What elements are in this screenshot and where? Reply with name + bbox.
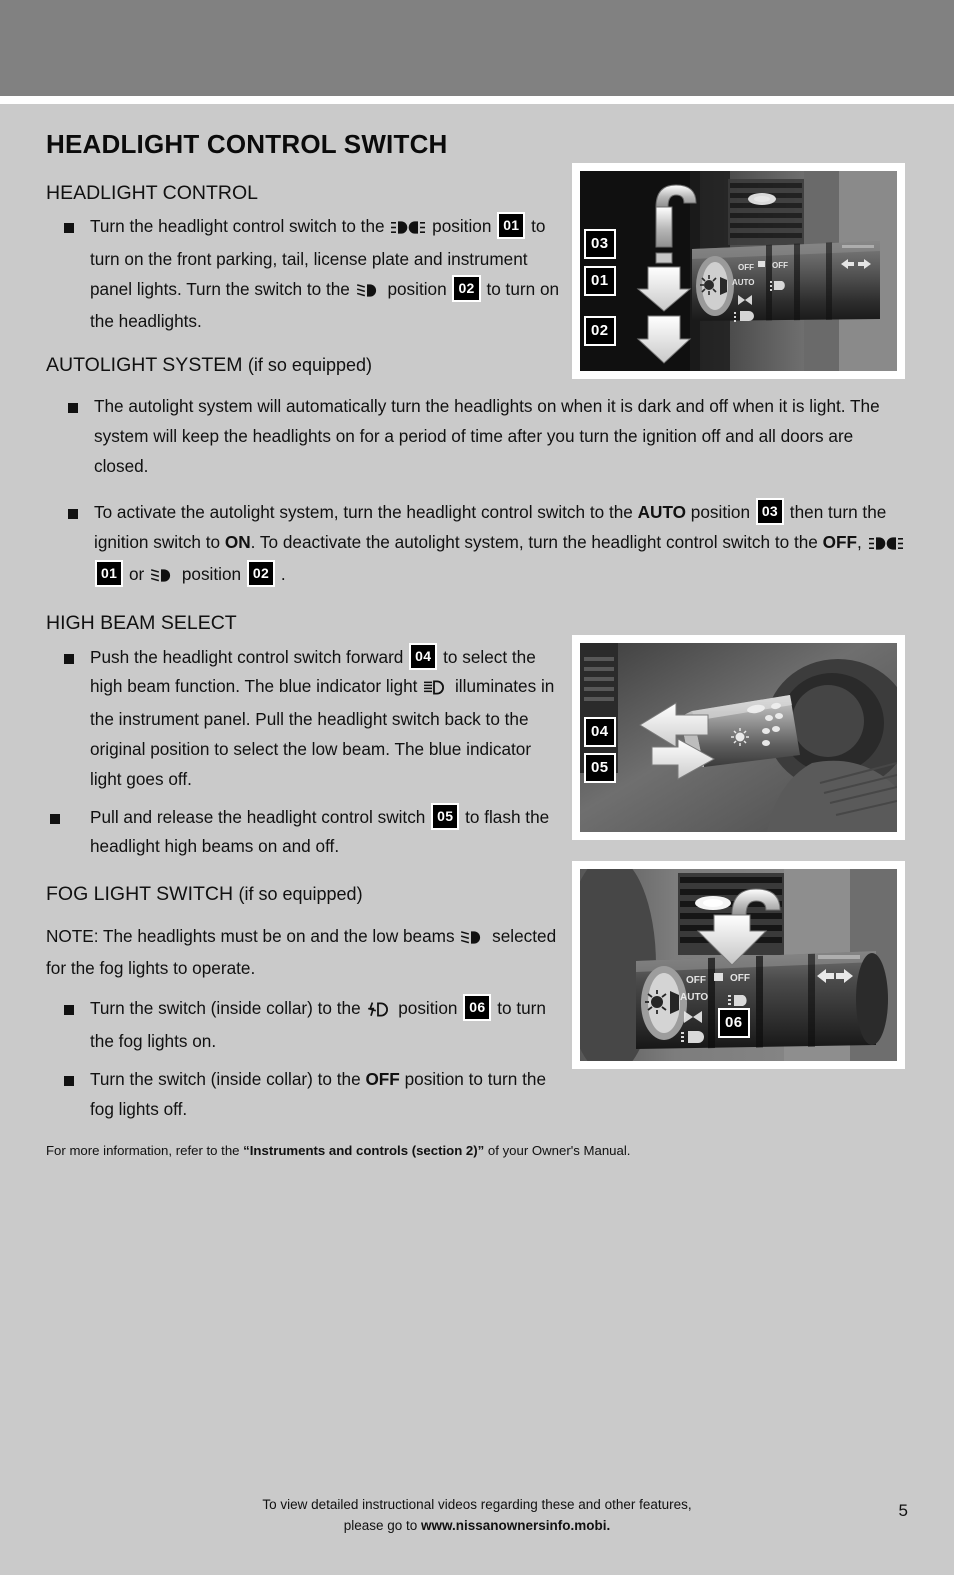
photo3-badge-06: 06: [718, 1008, 750, 1038]
fog-light-heading-text: FOG LIGHT SWITCH: [46, 883, 234, 906]
text-run: Pull and release the headlight control s…: [90, 806, 426, 827]
page-number: 5: [898, 1501, 908, 1520]
photo1-badge-01: 01: [584, 266, 616, 296]
fog-light-note: NOTE: The headlights must be on and the …: [46, 922, 566, 985]
high-beam-heading-text: HIGH BEAM SELECT: [46, 612, 237, 635]
footer-line-2: please go to www.nissanownersinfo.mobi.: [0, 1516, 954, 1537]
text-run: Turn the headlight control switch to the: [90, 215, 385, 236]
photo2-badge-05: 05: [584, 753, 616, 783]
text-run: For more information, refer to the: [46, 1143, 240, 1159]
text-run: Turn the switch (inside collar) to the: [90, 1068, 361, 1089]
list-item: Push the headlight control switch forwar…: [46, 642, 566, 795]
bullet-square-icon: [68, 508, 78, 519]
footer-url: www.nissanownersinfo.mobi.: [421, 1517, 611, 1533]
badge-02: 02: [452, 274, 481, 302]
list-item: The autolight system will automatically …: [46, 392, 908, 481]
text-run: The autolight system will automatically …: [94, 396, 880, 477]
low-beam-symbol: [150, 563, 175, 593]
bullet-square-icon: [50, 813, 60, 824]
badge-02: 02: [246, 560, 276, 588]
autolight-heading-suffix: (if so equipped): [247, 355, 372, 376]
photo2-badge-04: 04: [584, 717, 616, 747]
text-run: To activate the autolight system, turn t…: [94, 501, 633, 522]
text-run: position: [432, 215, 492, 236]
fog-light-symbol: [367, 997, 391, 1027]
manual-section-reference: “Instruments and controls (section 2)”: [243, 1143, 485, 1159]
bold-off: OFF: [822, 531, 858, 552]
list-item: Turn the headlight control switch to the…: [46, 211, 566, 337]
list-item: Turn the switch (inside collar) to the p…: [46, 994, 566, 1057]
badge-06: 06: [463, 994, 492, 1022]
footer-note: To view detailed instructional videos re…: [0, 1495, 954, 1537]
footer-line-1: To view detailed instructional videos re…: [262, 1497, 692, 1512]
text-run: .: [280, 564, 286, 585]
text-run: Turn the switch (inside collar) to the: [90, 998, 361, 1019]
photo1-badge-02: 02: [584, 316, 616, 346]
photo1-badge-03: 03: [584, 229, 616, 259]
section-heading-high-beam-select: HIGH BEAM SELECT: [46, 611, 566, 636]
text-run: please go to: [343, 1517, 418, 1533]
bullet-square-icon: [64, 222, 74, 233]
headlight-control-bullets: Turn the headlight control switch to the…: [46, 211, 566, 337]
text-run: position: [398, 998, 458, 1019]
bold-on: ON: [224, 531, 251, 552]
bullet-square-icon: [68, 403, 78, 414]
text-run: . To deactivate the autolight system, tu…: [250, 531, 818, 552]
badge-01: 01: [497, 211, 526, 239]
article-content: HEADLIGHT CONTROL SWITCH HEADLIGHT CONTR…: [46, 130, 908, 1161]
badge-05: 05: [431, 802, 460, 830]
parking-light-symbol: [868, 531, 903, 561]
page-title: HEADLIGHT CONTROL SWITCH: [46, 129, 448, 159]
badge-04: 04: [409, 642, 438, 670]
parking-light-symbol: [391, 215, 426, 245]
top-gray-band: [0, 0, 954, 96]
bullet-square-icon: [64, 653, 74, 664]
bullet-square-icon: [64, 1005, 74, 1016]
badge-03: 03: [755, 497, 785, 525]
text-run: ,: [857, 531, 862, 552]
page-body: OFF AUTO OFF 03 01 02 04 05 OFF AUTO OFF…: [0, 104, 954, 1575]
more-info-line: For more information, refer to the “Inst…: [46, 1142, 908, 1160]
fog-light-heading-suffix: (if so equipped): [238, 884, 363, 905]
section-heading-autolight-system: AUTOLIGHT SYSTEM (if so equipped): [46, 353, 908, 378]
text-run: Push the headlight control switch forwar…: [90, 646, 404, 667]
list-item: Pull and release the headlight control s…: [46, 802, 566, 863]
text-run: or: [128, 564, 145, 585]
high-beam-select-bullets: Push the headlight control switch forwar…: [46, 642, 566, 863]
text-run: position: [690, 501, 751, 522]
section-heading-fog-light-switch: FOG LIGHT SWITCH (if so equipped): [46, 882, 566, 907]
section-heading-headlight-control: HEADLIGHT CONTROL: [46, 181, 566, 206]
headlight-control-heading-text: HEADLIGHT CONTROL: [46, 181, 259, 204]
autolight-heading-text: AUTOLIGHT SYSTEM: [46, 354, 243, 377]
text-run: position: [181, 564, 242, 585]
badge-01: 01: [95, 560, 124, 588]
text-run: position: [387, 278, 447, 299]
low-beam-symbol: [461, 925, 485, 955]
bold-auto: AUTO: [637, 501, 687, 522]
fog-light-switch-bullets: Turn the switch (inside collar) to the p…: [46, 994, 566, 1124]
bold-off: OFF: [365, 1068, 400, 1089]
list-item: Turn the switch (inside collar) to the O…: [46, 1065, 566, 1125]
text-run: NOTE: The headlights must be on and the …: [46, 925, 455, 946]
autolight-system-bullets: The autolight system will automatically …: [46, 392, 908, 593]
low-beam-symbol: [356, 278, 381, 308]
high-beam-symbol: [424, 675, 448, 705]
list-item: To activate the autolight system, turn t…: [46, 497, 908, 593]
header-divider: [0, 96, 954, 104]
text-run: of your Owner's Manual.: [487, 1143, 631, 1159]
bullet-square-icon: [64, 1075, 74, 1086]
